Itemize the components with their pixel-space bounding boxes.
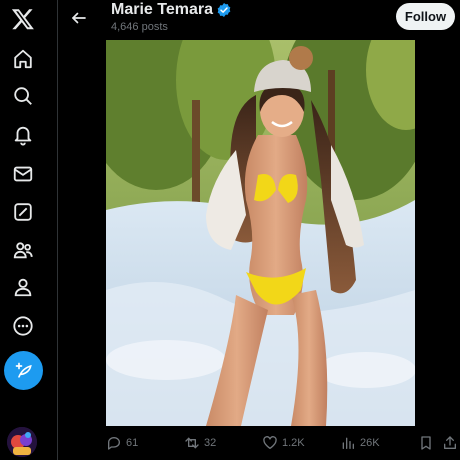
views-count: 26K [360, 437, 380, 449]
people-icon[interactable] [4, 231, 42, 269]
post-media-image[interactable] [106, 40, 415, 426]
bell-icon[interactable] [4, 116, 42, 154]
bookmark-button[interactable] [418, 428, 434, 458]
like-count: 1.2K [282, 437, 305, 449]
back-button[interactable] [64, 3, 94, 33]
reply-count: 61 [126, 437, 139, 449]
like-button[interactable]: 1.2K [262, 428, 305, 458]
avatar[interactable] [7, 427, 37, 457]
feather-plus-icon [14, 361, 34, 381]
views-chart-icon [340, 435, 356, 451]
home-icon[interactable] [4, 40, 42, 78]
reply-icon [106, 435, 122, 451]
repost-button[interactable]: 32 [184, 428, 216, 458]
views-button[interactable]: 26K [340, 428, 380, 458]
x-logo-icon[interactable] [4, 0, 42, 38]
repost-count: 32 [204, 437, 217, 449]
share-icon [442, 435, 458, 451]
repost-icon [184, 435, 200, 451]
more-circle-icon[interactable] [4, 307, 42, 345]
profile-header: Marie Temara 4,646 posts Follow [58, 0, 460, 38]
verified-badge-icon [217, 3, 231, 17]
envelope-icon[interactable] [4, 155, 42, 193]
compose-post-button[interactable] [4, 351, 43, 390]
reply-button[interactable]: 61 [106, 428, 138, 458]
bookmark-icon [418, 435, 434, 451]
profile-name: Marie Temara [111, 1, 213, 18]
person-icon[interactable] [4, 268, 42, 306]
post-actions: 61 32 1.2K 26K [58, 428, 460, 458]
name-row: Marie Temara [111, 1, 232, 19]
share-button[interactable] [442, 428, 458, 458]
arrow-left-icon [70, 9, 88, 27]
grok-icon[interactable] [4, 193, 42, 231]
search-icon[interactable] [4, 77, 42, 115]
column-divider [57, 0, 58, 460]
follow-button[interactable]: Follow [396, 3, 455, 30]
post-count: 4,646 posts [111, 21, 168, 33]
heart-icon [262, 435, 278, 451]
sidebar [0, 0, 46, 460]
